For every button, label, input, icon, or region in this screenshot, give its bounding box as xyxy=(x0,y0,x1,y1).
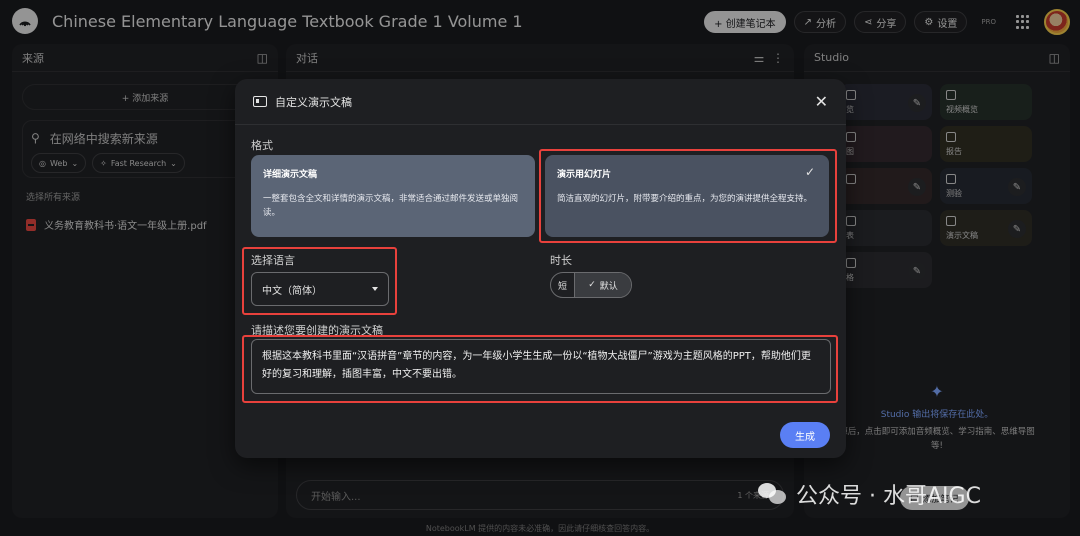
duration-default-option[interactable]: ✓ 默认 xyxy=(575,273,631,297)
option-description: 简洁直观的幻灯片，附带要介绍的重点，为您的演讲提供全程支持。 xyxy=(557,194,813,204)
checkmark-icon: ✓ xyxy=(588,280,596,290)
option-title: 详细演示文稿 xyxy=(263,170,318,180)
language-value: 中文（简体） xyxy=(262,285,322,297)
close-icon[interactable]: ✕ xyxy=(815,92,828,111)
customize-slides-dialog: 自定义演示文稿 ✕ 格式 详细演示文稿 一整套包含全文和详情的演示文稿，非常适合… xyxy=(235,79,846,458)
dropdown-caret-icon xyxy=(372,287,378,291)
dialog-title: 自定义演示文稿 xyxy=(275,95,352,109)
watermark-text: 公众号 · 水哥AIGC xyxy=(796,484,981,509)
option-title: 演示用幻灯片 xyxy=(557,170,612,180)
format-option-presenter-slides[interactable]: 演示用幻灯片 简洁直观的幻灯片，附带要介绍的重点，为您的演讲提供全程支持。 ✓ xyxy=(545,155,829,237)
wechat-icon xyxy=(758,481,788,507)
language-label: 选择语言 xyxy=(251,254,295,267)
duration-default-label: 默认 xyxy=(599,281,618,292)
dialog-header: 自定义演示文稿 ✕ xyxy=(235,79,846,125)
format-option-detailed[interactable]: 详细演示文稿 一整套包含全文和详情的演示文稿，非常适合通过邮件发送或单独阅读。 xyxy=(251,155,535,237)
duration-label: 时长 xyxy=(550,254,572,267)
option-description: 一整套包含全文和详情的演示文稿，非常适合通过邮件发送或单独阅读。 xyxy=(263,194,519,218)
prompt-textarea[interactable]: 根据这本教科书里面“汉语拼音”章节的内容，为一年级小学生生成一份以“植物大战僵尸… xyxy=(251,339,831,394)
duration-toggle: 短 ✓ 默认 xyxy=(550,272,632,298)
prompt-label: 请描述您要创建的演示文稿 xyxy=(251,324,383,337)
format-label: 格式 xyxy=(251,139,273,152)
duration-short-option[interactable]: 短 xyxy=(551,273,575,297)
generate-button[interactable]: 生成 xyxy=(780,422,830,448)
slides-icon xyxy=(253,96,267,107)
checkmark-icon: ✓ xyxy=(804,165,815,179)
language-select[interactable]: 中文（简体） xyxy=(251,272,389,306)
watermark: 公众号 · 水哥AIGC xyxy=(758,478,981,510)
